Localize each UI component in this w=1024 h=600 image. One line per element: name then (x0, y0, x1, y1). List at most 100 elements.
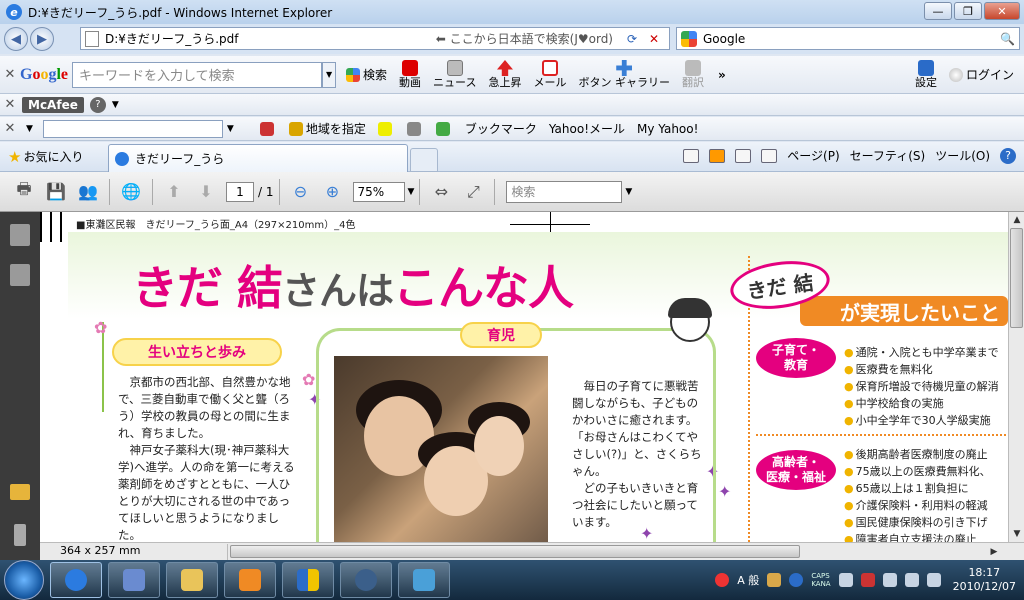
mail-button[interactable]: メール (533, 59, 566, 89)
close-button[interactable]: ✕ (984, 2, 1020, 20)
flower-icon: ✿ (94, 318, 108, 337)
help-icon[interactable] (789, 573, 804, 587)
tab-pdf[interactable]: きだリーフ_うら (108, 144, 408, 172)
start-button[interactable] (4, 560, 44, 600)
taskbar-ie[interactable] (50, 562, 102, 598)
chevron-down-icon[interactable]: ▼ (227, 124, 234, 134)
scroll-up-icon[interactable]: ▲ (1009, 212, 1024, 228)
save-button[interactable]: 💾 (43, 179, 69, 205)
device-icon[interactable] (882, 573, 897, 587)
exit-button[interactable] (259, 121, 277, 136)
mail-icon[interactable] (735, 148, 752, 163)
scroll-thumb-horizontal[interactable] (230, 545, 800, 558)
close-toolbar-icon[interactable]: ✕ (0, 67, 20, 82)
pdf-search-input[interactable]: 検索 (506, 180, 623, 203)
taskbar-network[interactable] (340, 562, 392, 598)
new-tab-button[interactable] (410, 148, 438, 172)
tray-icon[interactable] (838, 573, 853, 587)
zoom-input[interactable]: 75% (352, 181, 405, 202)
clock[interactable]: 18:17 2010/12/07 (953, 566, 1016, 594)
chevron-down-icon[interactable]: ▼ (26, 124, 33, 134)
login-button[interactable]: ログイン (948, 66, 1014, 83)
chevron-down-icon[interactable]: ▼ (625, 187, 632, 197)
search-icon[interactable]: 🔍 (1000, 32, 1015, 46)
more-button[interactable]: » (718, 68, 726, 82)
taskbar-media[interactable] (224, 562, 276, 598)
volume-icon[interactable] (926, 573, 941, 587)
chevron-down-icon[interactable]: ▼ (408, 187, 415, 197)
scroll-down-icon[interactable]: ▼ (1009, 526, 1024, 542)
fit-width-button[interactable]: ⇔ (428, 179, 454, 205)
video-button[interactable]: 動画 (399, 59, 421, 89)
page-menu[interactable]: ページ(P) (787, 147, 839, 164)
flag-button[interactable] (435, 121, 453, 136)
close-toolbar-icon[interactable]: ✕ (0, 97, 20, 112)
network-status-icon[interactable] (904, 573, 919, 587)
print-icon[interactable] (761, 148, 778, 163)
highlight-button[interactable] (377, 121, 395, 136)
button-gallery-button[interactable]: ボタン ギャラリー (578, 59, 670, 89)
safety-menu[interactable]: セーフティ(S) (850, 147, 926, 164)
zoom-out-button[interactable]: ⊖ (288, 179, 314, 205)
print-button[interactable]: 🖶 (11, 179, 37, 205)
back-button[interactable]: ◀ (4, 27, 28, 51)
yahoo-mail-link[interactable]: Yahoo!メール (549, 120, 625, 137)
comments-icon[interactable] (10, 484, 30, 500)
taskbar-explorer[interactable] (166, 562, 218, 598)
horizontal-scrollbar[interactable]: 364 x 257 mm ▶ (40, 542, 1024, 560)
stop-icon[interactable]: ✕ (643, 32, 665, 46)
forward-button[interactable]: ▶ (30, 27, 54, 51)
region-button[interactable]: 地域を指定 (288, 120, 366, 137)
news-button[interactable]: ニュース (433, 59, 476, 89)
taskbar-shield[interactable] (282, 562, 334, 598)
help-menu[interactable]: ? (1000, 147, 1016, 164)
feeds-icon[interactable] (709, 148, 726, 163)
vertical-scrollbar[interactable]: ▲ ▼ (1008, 212, 1024, 542)
scroll-right-icon[interactable]: ▶ (986, 544, 1002, 560)
up-arrow-icon (496, 59, 513, 76)
taskbar-app[interactable] (108, 562, 160, 598)
close-toolbar-icon[interactable]: ✕ (0, 121, 20, 136)
favorites-button[interactable]: お気に入り (23, 148, 83, 165)
home-icon[interactable] (683, 148, 700, 163)
ime-indicator[interactable]: A 般 (737, 572, 759, 588)
yahoo-search-input[interactable] (42, 119, 223, 138)
globe-button[interactable]: 🌐 (118, 179, 144, 205)
fit-page-button[interactable]: ⤢ (460, 179, 486, 205)
next-page-button[interactable]: ⬇ (193, 179, 219, 205)
settings-button[interactable]: 設定 (915, 59, 937, 89)
scroll-thumb[interactable] (1010, 228, 1023, 328)
maximize-button[interactable]: ❐ (954, 2, 982, 20)
bookmark-button[interactable]: ブックマーク (465, 120, 537, 137)
page-number-input[interactable]: 1 (226, 181, 254, 202)
mcafee-button[interactable]: McAfee (22, 96, 84, 113)
system-tray: A 般 CAPS KANA 18:17 2010/12/07 (715, 560, 1024, 600)
taskbar-manager[interactable] (398, 562, 450, 598)
prev-page-button[interactable]: ⬆ (161, 179, 187, 205)
chevron-down-icon[interactable]: ▼ (112, 100, 119, 110)
trending-button[interactable]: 急上昇 (488, 59, 521, 89)
google-search-button[interactable]: 検索 (346, 66, 387, 83)
address-field[interactable]: D:¥きだリーフ_うら.pdf ⬅ ここから日本語で検索(J♥ord) ⟳ ✕ (80, 27, 670, 50)
tools-button[interactable] (406, 121, 424, 136)
security-icon[interactable] (860, 573, 875, 587)
document-view[interactable]: ■東灘区民報 きだリーフ_うら面_A4（297×210mm）_4色 きだ 結さん… (40, 212, 1008, 542)
minimize-button[interactable]: — (924, 2, 952, 20)
list-item: 医療費を無料化 (844, 361, 999, 378)
ie-icon (65, 569, 87, 591)
ime-tool-icon[interactable] (767, 573, 782, 587)
translate-button[interactable]: 翻訳 (682, 59, 704, 89)
refresh-icon[interactable]: ⟳ (621, 32, 643, 46)
pages-icon[interactable] (10, 224, 30, 246)
google-search-dropdown[interactable]: ▼ (322, 61, 337, 88)
google-search-input[interactable]: キーワードを入力して検索 (72, 61, 323, 88)
search-box[interactable]: Google 🔍 (676, 27, 1020, 50)
help-icon[interactable]: ? (89, 96, 106, 113)
my-yahoo-link[interactable]: My Yahoo! (637, 122, 698, 136)
share-button[interactable]: 👥 (75, 179, 101, 205)
alert-icon[interactable] (715, 573, 730, 587)
zoom-in-button[interactable]: ⊕ (320, 179, 346, 205)
attachment-icon[interactable] (14, 524, 26, 546)
tools-menu[interactable]: ツール(O) (935, 147, 990, 164)
binoculars-icon[interactable] (10, 264, 30, 286)
